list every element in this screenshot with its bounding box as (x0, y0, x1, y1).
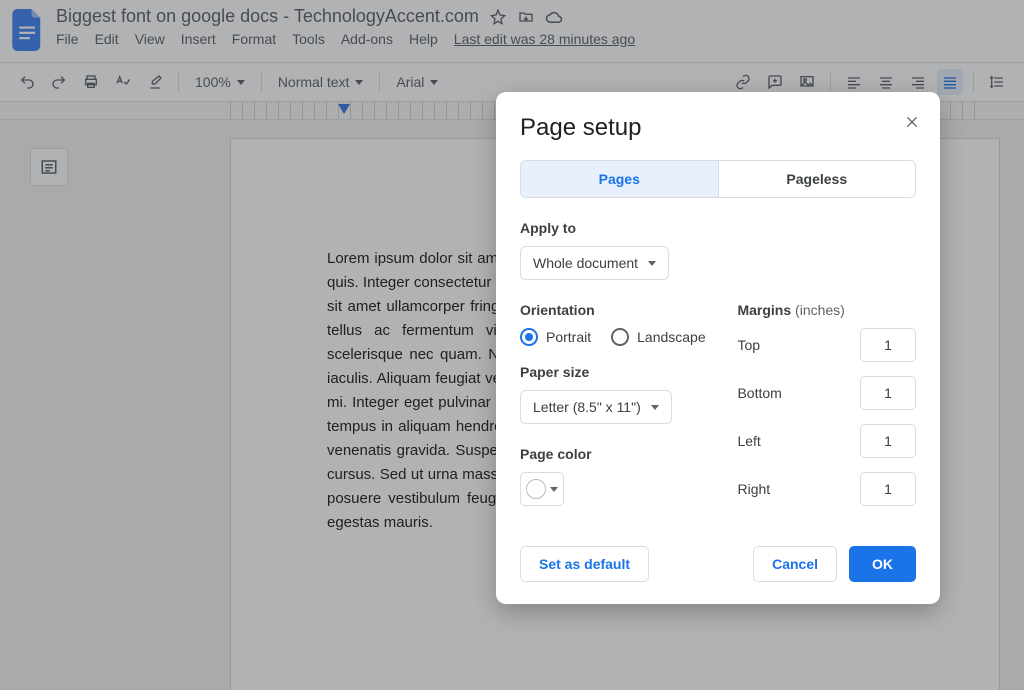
margin-left-label: Left (737, 433, 760, 449)
orientation-portrait-label: Portrait (546, 329, 591, 345)
setup-mode-tabs: Pages Pageless (520, 160, 916, 198)
orientation-label: Orientation (520, 302, 707, 318)
page-color-picker[interactable] (520, 472, 564, 506)
tab-pageless[interactable]: Pageless (719, 161, 916, 197)
apply-to-select[interactable]: Whole document (520, 246, 669, 280)
margin-top-input[interactable] (860, 328, 916, 362)
close-button[interactable] (904, 114, 920, 134)
paper-size-select[interactable]: Letter (8.5" x 11") (520, 390, 672, 424)
margin-right-input[interactable] (860, 472, 916, 506)
radio-dot-icon (611, 328, 629, 346)
margins-unit: (inches) (795, 302, 845, 318)
margin-bottom-label: Bottom (737, 385, 781, 401)
chevron-down-icon (550, 487, 558, 492)
orientation-portrait-radio[interactable]: Portrait (520, 328, 591, 346)
cancel-button[interactable]: Cancel (753, 546, 837, 582)
dialog-title: Page setup (520, 114, 916, 142)
margins-label: Margins (inches) (737, 302, 916, 318)
page-setup-dialog: Page setup Pages Pageless Apply to Whole… (496, 92, 940, 604)
tab-pages[interactable]: Pages (521, 161, 719, 197)
margin-left-input[interactable] (860, 424, 916, 458)
margins-label-text: Margins (737, 302, 791, 318)
color-swatch-icon (526, 479, 546, 499)
paper-size-label: Paper size (520, 364, 707, 380)
radio-dot-icon (520, 328, 538, 346)
orientation-landscape-label: Landscape (637, 329, 706, 345)
chevron-down-icon (648, 261, 656, 266)
page-color-label: Page color (520, 446, 707, 462)
apply-to-value: Whole document (533, 255, 638, 271)
margin-bottom-input[interactable] (860, 376, 916, 410)
ok-button[interactable]: OK (849, 546, 916, 582)
paper-size-value: Letter (8.5" x 11") (533, 399, 641, 415)
apply-to-label: Apply to (520, 220, 916, 236)
chevron-down-icon (651, 405, 659, 410)
set-default-button[interactable]: Set as default (520, 546, 649, 582)
margin-top-label: Top (737, 337, 760, 353)
orientation-landscape-radio[interactable]: Landscape (611, 328, 706, 346)
close-icon (904, 114, 920, 130)
margin-right-label: Right (737, 481, 770, 497)
